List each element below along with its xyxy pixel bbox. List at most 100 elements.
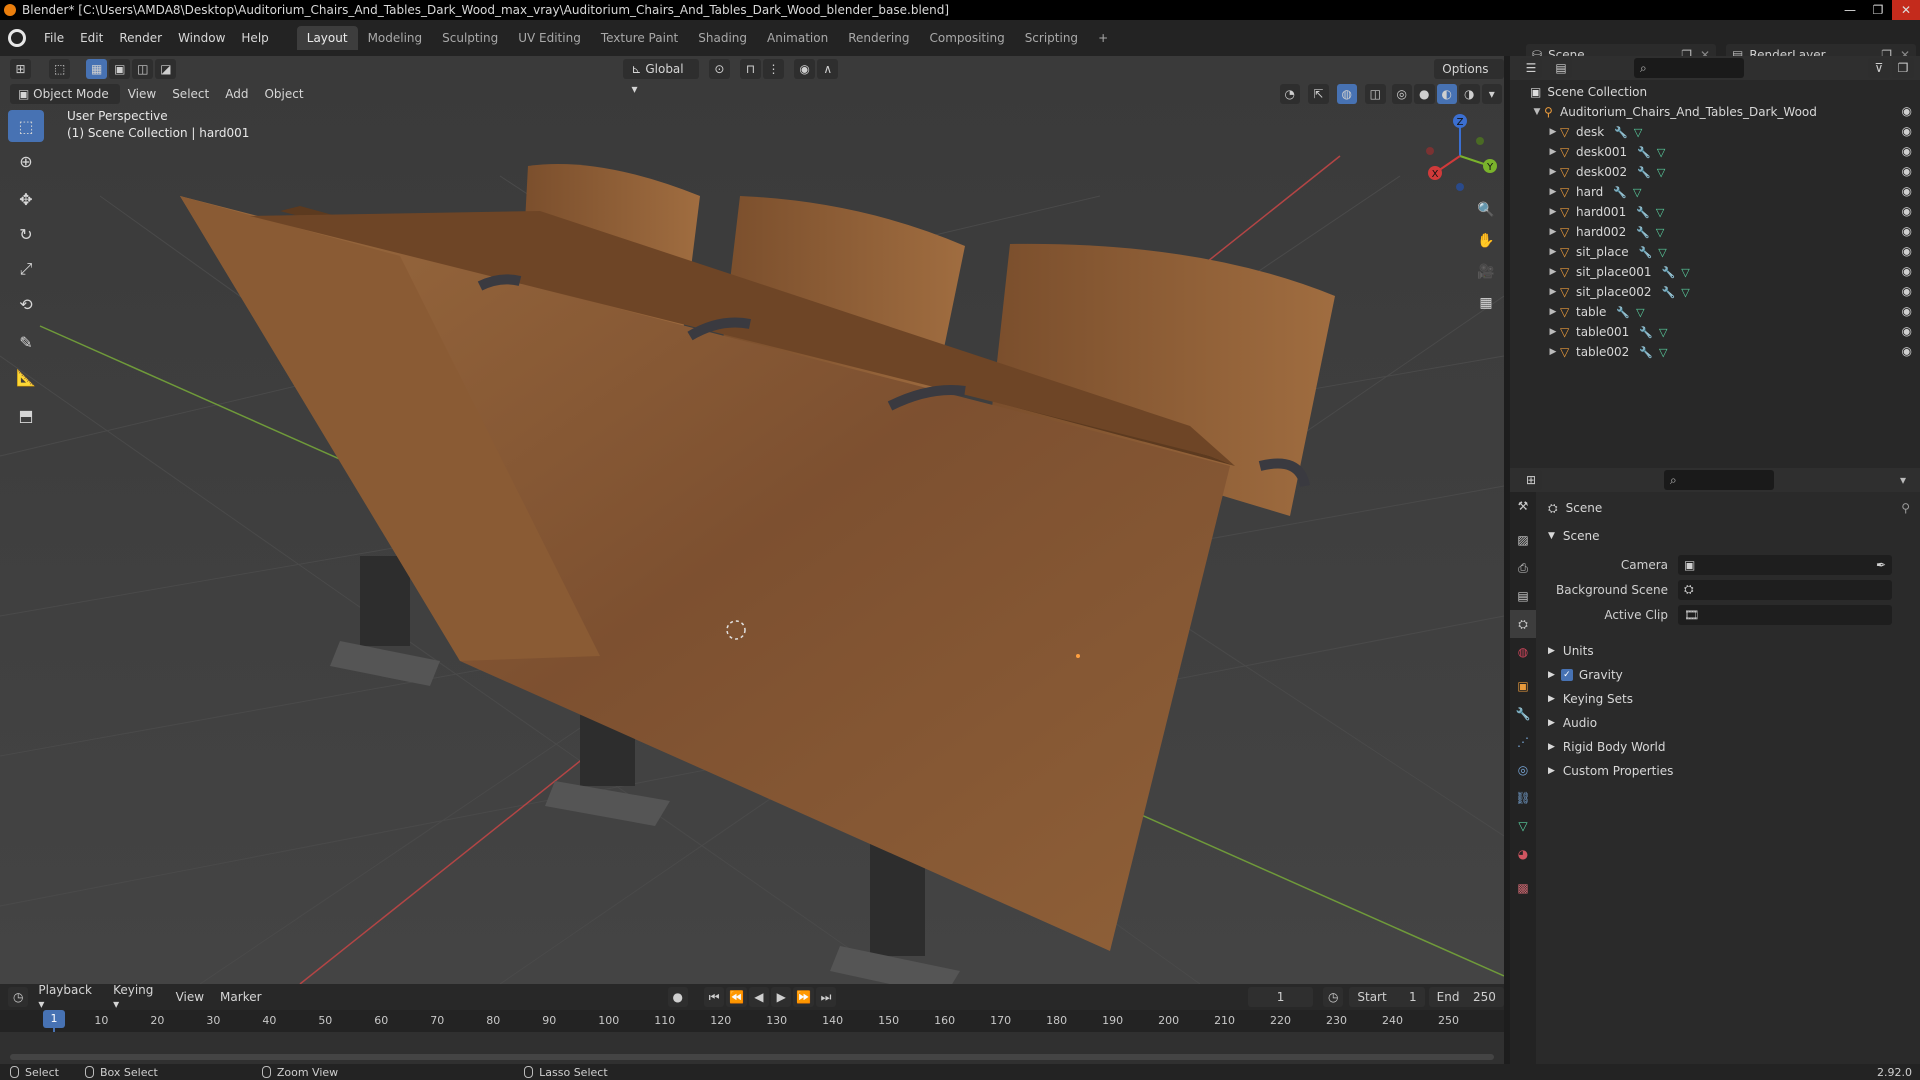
pin-icon[interactable]: ⚲: [1901, 501, 1910, 515]
mesh-data-icon[interactable]: ▽: [1659, 326, 1667, 339]
world-tab-icon[interactable]: ◍: [1510, 638, 1536, 666]
data-tab-icon[interactable]: ▽: [1510, 812, 1536, 840]
mesh-data-icon[interactable]: ▽: [1656, 206, 1664, 219]
navigation-gizmo[interactable]: Z Y X: [1420, 111, 1500, 191]
outliner-object-row[interactable]: ▶ ▽ hard001 🔧 ▽ ◉: [1510, 202, 1920, 222]
proportional-falloff-icon[interactable]: ∧: [817, 59, 839, 79]
editor-type-icon[interactable]: ⊞: [10, 59, 32, 79]
visibility-eye-icon[interactable]: ◉: [1902, 344, 1912, 358]
modifier-icon[interactable]: 🔧: [1636, 206, 1650, 219]
current-frame-field[interactable]: 1: [1248, 987, 1313, 1007]
timeline-editor-type-icon[interactable]: ◷: [8, 987, 29, 1007]
scene-panel-header[interactable]: ▼ Scene: [1536, 524, 1920, 548]
modifier-icon[interactable]: 🔧: [1616, 306, 1630, 319]
expand-arrow-icon[interactable]: ▶: [1546, 147, 1560, 157]
outliner-object-row[interactable]: ▶ ▽ desk002 🔧 ▽ ◉: [1510, 162, 1920, 182]
viewport-menu-view[interactable]: View: [120, 87, 164, 101]
expand-arrow-icon[interactable]: ▶: [1546, 187, 1560, 197]
viewport-menu-select[interactable]: Select: [164, 87, 217, 101]
outliner-object-row[interactable]: ▶ ▽ sit_place002 🔧 ▽ ◉: [1510, 282, 1920, 302]
outliner-object-row[interactable]: ▶ ▽ table 🔧 ▽ ◉: [1510, 302, 1920, 322]
mesh-data-icon[interactable]: ▽: [1659, 346, 1667, 359]
outliner-object-row[interactable]: ▶ ▽ table001 🔧 ▽ ◉: [1510, 322, 1920, 342]
timeline-track[interactable]: [0, 1032, 1504, 1064]
properties-editor-type-icon[interactable]: ⊞: [1520, 470, 1542, 490]
outliner-object-row[interactable]: ▶ ▽ sit_place 🔧 ▽ ◉: [1510, 242, 1920, 262]
visibility-eye-icon[interactable]: ◉: [1902, 204, 1912, 218]
eyedropper-icon[interactable]: ✒: [1876, 558, 1886, 572]
proportional-edit-icon[interactable]: ◉: [794, 59, 816, 79]
end-frame-field[interactable]: End 250: [1428, 987, 1504, 1007]
object-tab-icon[interactable]: ▣: [1510, 672, 1536, 700]
mesh-data-icon[interactable]: ▽: [1657, 166, 1665, 179]
rotate-tool-icon[interactable]: ↻: [8, 218, 44, 250]
audio-panel-header[interactable]: ▶ Audio: [1536, 711, 1920, 735]
visibility-eye-icon[interactable]: ◉: [1902, 284, 1912, 298]
modifier-icon[interactable]: 🔧: [1661, 266, 1675, 279]
menu-window[interactable]: Window: [170, 20, 233, 56]
menu-edit[interactable]: Edit: [72, 20, 111, 56]
view-layer-tab-icon[interactable]: ▤: [1510, 582, 1536, 610]
maximize-button[interactable]: ❐: [1864, 0, 1892, 20]
mesh-data-icon[interactable]: ▽: [1681, 266, 1689, 279]
shading-options-icon[interactable]: ▾: [1481, 84, 1503, 104]
expand-arrow-icon[interactable]: ▼: [1530, 107, 1544, 117]
select-new-icon[interactable]: ▦: [86, 59, 108, 79]
modifier-icon[interactable]: 🔧: [1639, 246, 1653, 259]
timeline-menu-marker[interactable]: Marker: [212, 990, 269, 1004]
tab-sculpting[interactable]: Sculpting: [432, 26, 508, 50]
viewport-scene[interactable]: [0, 56, 1504, 984]
snap-increment-icon[interactable]: ⋮: [763, 59, 785, 79]
menu-file[interactable]: File: [36, 20, 72, 56]
show-gizmo-icon[interactable]: ⇱: [1308, 84, 1329, 104]
modifier-icon[interactable]: 🔧: [1639, 346, 1653, 359]
keying-sets-panel-header[interactable]: ▶ Keying Sets: [1536, 687, 1920, 711]
menu-help[interactable]: Help: [233, 20, 276, 56]
play-reverse-icon[interactable]: ◀: [748, 987, 770, 1007]
zoom-icon[interactable]: 🔍: [1472, 196, 1500, 224]
units-panel-header[interactable]: ▶ Units: [1536, 639, 1920, 663]
3d-viewport[interactable]: ⊞ ⬚ ▦ ▣ ◫ ◪ ⊾ Global ▾ ⊙ ⊓ ⋮ ◉ ∧ Options…: [0, 56, 1504, 984]
outliner-scene-collection[interactable]: ▣ Scene Collection: [1510, 82, 1920, 102]
outliner-search-input[interactable]: ⌕: [1634, 58, 1744, 78]
move-tool-icon[interactable]: ✥: [8, 183, 44, 215]
physics-tab-icon[interactable]: ◎: [1510, 756, 1536, 784]
menu-render[interactable]: Render: [111, 20, 170, 56]
timeline-menu-keying[interactable]: Keying ▾: [105, 983, 167, 1011]
modifier-icon[interactable]: 🔧: [1637, 146, 1651, 159]
axis-gizmo[interactable]: Z Y X: [1420, 111, 1500, 191]
expand-arrow-icon[interactable]: ▶: [1546, 227, 1560, 237]
modifier-tab-icon[interactable]: 🔧: [1510, 700, 1536, 728]
tab-animation[interactable]: Animation: [757, 26, 838, 50]
mode-dropdown[interactable]: ▣ Object Mode ▾: [10, 84, 120, 121]
visibility-eye-icon[interactable]: ◉: [1902, 124, 1912, 138]
camera-field[interactable]: ▣ ✒: [1678, 554, 1892, 575]
expand-arrow-icon[interactable]: ▶: [1546, 287, 1560, 297]
tab-uv-editing[interactable]: UV Editing: [508, 26, 591, 50]
expand-arrow-icon[interactable]: ▶: [1546, 307, 1560, 317]
add-cube-tool-icon[interactable]: ⬒: [8, 399, 44, 431]
visibility-icon[interactable]: ◔: [1279, 84, 1301, 104]
tab-modeling[interactable]: Modeling: [358, 26, 433, 50]
select-extend-icon[interactable]: ▣: [109, 59, 131, 79]
select-subtract-icon[interactable]: ◫: [132, 59, 154, 79]
shading-wireframe-icon[interactable]: ◎: [1391, 84, 1413, 104]
camera-view-icon[interactable]: 🎥: [1472, 258, 1500, 286]
playhead[interactable]: 1: [43, 1010, 65, 1028]
mesh-data-icon[interactable]: ▽: [1634, 126, 1642, 139]
render-tab-icon[interactable]: ▨: [1510, 526, 1536, 554]
expand-arrow-icon[interactable]: ▶: [1546, 347, 1560, 357]
particles-tab-icon[interactable]: ⋰: [1510, 728, 1536, 756]
material-tab-icon[interactable]: ◕: [1510, 840, 1536, 868]
outliner-object-row[interactable]: ▶ ▽ desk001 🔧 ▽ ◉: [1510, 142, 1920, 162]
select-box-tool-icon[interactable]: ⬚: [8, 110, 44, 142]
scale-tool-icon[interactable]: ⤢: [8, 253, 44, 285]
visibility-eye-icon[interactable]: ◉: [1902, 264, 1912, 278]
gravity-panel-header[interactable]: ▶ ✓ Gravity: [1536, 663, 1920, 687]
jump-end-icon[interactable]: ⏭: [815, 987, 837, 1007]
custom-properties-panel-header[interactable]: ▶ Custom Properties: [1536, 759, 1920, 783]
tab-layout[interactable]: Layout: [296, 26, 358, 50]
start-frame-field[interactable]: Start 1: [1349, 987, 1425, 1007]
timeline-menu-view[interactable]: View: [168, 990, 212, 1004]
tab-rendering[interactable]: Rendering: [838, 26, 919, 50]
